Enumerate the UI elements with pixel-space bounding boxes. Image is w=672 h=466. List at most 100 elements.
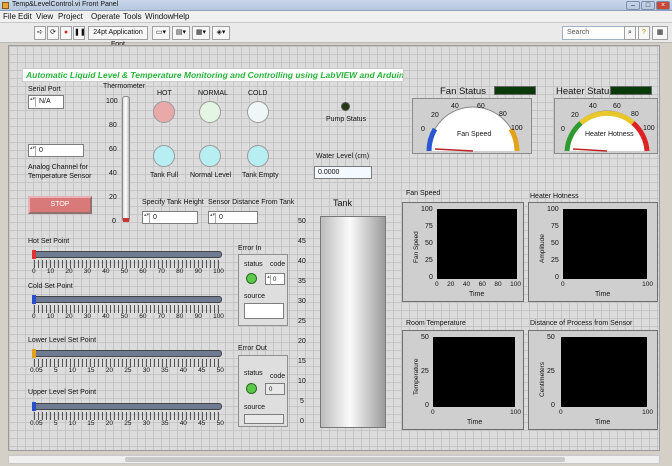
fan-gauge-tick: 80 <box>499 111 507 118</box>
x-tick: 60 <box>478 281 486 288</box>
tank-height-label: Specify Tank Height <box>142 199 204 206</box>
hot-slider-ticks <box>34 260 220 268</box>
y-tick: 25 <box>421 368 429 375</box>
tank-height-input[interactable]: ▴▾ 0 <box>142 211 198 224</box>
lower-slider-thumb[interactable] <box>32 349 36 358</box>
sensor-distance-spinner-icon: ▴▾ <box>210 213 216 223</box>
room-temperature-xlabel: Time <box>467 419 483 426</box>
fan-gauge-tick: 40 <box>451 103 459 110</box>
fan-speed-graph-title: Fan Speed <box>406 190 441 197</box>
minimize-button[interactable]: – <box>626 1 640 10</box>
y-tick: 25 <box>425 257 433 264</box>
hot-led <box>153 101 175 123</box>
cold-slider-thumb[interactable] <box>32 295 36 304</box>
error-out-label: Error Out <box>238 345 267 352</box>
lower-level-slider[interactable]: 0.05 5 10 15 20 25 30 35 40 45 50 <box>28 346 226 376</box>
distance-xticks: 0 100 <box>559 409 653 416</box>
heater-hotness-ylabel: Amplitude <box>539 234 546 263</box>
hot-slider-track <box>32 251 222 258</box>
menu-window[interactable]: Window <box>145 12 173 21</box>
align-icon[interactable]: ▭▾ <box>152 26 170 40</box>
normal-level-led <box>199 145 221 167</box>
y-tick: 25 <box>547 368 555 375</box>
scale-label: 90 <box>194 313 202 320</box>
water-level-indicator: 0.0000 <box>314 166 372 179</box>
menu-edit[interactable]: Edit <box>18 12 32 21</box>
scrollbar-thumb[interactable] <box>125 457 565 462</box>
heater-gauge-label: Heater Hotness <box>585 131 634 138</box>
help-icon[interactable]: ? <box>638 26 650 40</box>
thermo-tick: 100 <box>106 98 118 105</box>
title-banner: Automatic Liquid Level & Temperature Mon… <box>22 68 404 82</box>
menu-view[interactable]: View <box>36 12 53 21</box>
lower-level-label: Lower Level Set Point <box>28 337 97 344</box>
analog-channel-input[interactable]: ▴▾ 0 <box>28 144 84 157</box>
serial-port-label: Serial Port <box>28 86 61 93</box>
scale-label: 70 <box>157 268 165 275</box>
menu-file[interactable]: File <box>3 12 16 21</box>
upper-slider-ticks <box>34 412 220 420</box>
thermo-tick: 0 <box>112 218 116 225</box>
cold-set-point-slider[interactable]: 0 10 20 30 40 50 60 70 80 90 100 <box>28 292 226 322</box>
heater-hotness-graph: Amplitude 100 75 50 25 0 0 100 Time <box>528 202 658 302</box>
scale-label: 20 <box>105 420 113 427</box>
window-title: Temp&LevelControl.vi Front Panel <box>12 1 119 8</box>
error-in-source-input[interactable] <box>244 303 284 319</box>
font-dropdown[interactable]: 24pt Application Font <box>88 26 148 48</box>
cold-slider-track <box>32 296 222 303</box>
y-tick: 25 <box>551 257 559 264</box>
heater-hotness-gauge: 0 20 40 60 80 100 Heater Hotness <box>554 98 658 154</box>
menu-operate[interactable]: Operate <box>91 12 120 21</box>
scale-label: 0.05 <box>30 367 43 374</box>
tank-tick: 40 <box>298 258 306 265</box>
fan-speed-gauge: 0 20 40 60 80 100 Fan Speed <box>412 98 532 154</box>
error-in-code-value: 0 <box>273 277 277 283</box>
menu-tools[interactable]: Tools <box>123 12 142 21</box>
heater-status-led <box>610 86 652 95</box>
reorder-icon[interactable]: ◈▾ <box>212 26 230 40</box>
scale-label: 0 <box>32 268 36 275</box>
lower-slider-ticks <box>34 359 220 367</box>
heater-hotness-plot <box>563 209 647 279</box>
error-in-code-input[interactable]: ▴ 0 <box>265 273 285 285</box>
distribute-icon[interactable]: ▤▾ <box>172 26 190 40</box>
scale-label: 100 <box>213 313 224 320</box>
thermo-tick: 80 <box>109 122 117 129</box>
upper-level-slider[interactable]: 0.05 5 10 15 20 25 30 35 40 45 50 <box>28 399 226 429</box>
scale-label: 20 <box>65 268 73 275</box>
heater-hotness-xticks: 0 100 <box>561 281 653 288</box>
menu-help[interactable]: Help <box>173 12 189 21</box>
analog-channel-spinner-icon: ▴▾ <box>30 146 36 156</box>
heater-hotness-xlabel: Time <box>595 291 611 298</box>
scale-label: 20 <box>65 313 73 320</box>
title-bar: Temp&LevelControl.vi Front Panel – □ × <box>0 0 672 11</box>
horizontal-scrollbar[interactable] <box>8 455 660 464</box>
sensor-distance-input[interactable]: ▴▾ 0 <box>208 211 258 224</box>
serial-port-selector[interactable]: ▴▾ N/A <box>28 95 64 109</box>
stop-button[interactable]: STOP <box>28 196 92 214</box>
x-tick: 100 <box>642 409 653 416</box>
error-out-status-label: status <box>244 370 263 377</box>
resize-icon[interactable]: ▦▾ <box>192 26 210 40</box>
hot-slider-thumb[interactable] <box>32 250 36 259</box>
close-button[interactable]: × <box>656 1 670 10</box>
run-continuous-icon[interactable]: ⟳ <box>47 26 59 40</box>
pause-icon[interactable]: ❚❚ <box>73 26 86 40</box>
distance-ylabel: Centimeters <box>539 361 546 397</box>
error-in-status-led[interactable] <box>246 273 257 284</box>
abort-icon[interactable]: ● <box>60 26 72 40</box>
toolbar: ➪ ⟳ ● ❚❚ 24pt Application Font ▭▾ ▤▾ ▦▾ … <box>0 23 672 48</box>
tank-full-label: Tank Full <box>150 172 179 179</box>
error-in-code-label: code <box>270 261 286 268</box>
pump-status-label: Pump Status <box>326 116 367 123</box>
search-icon[interactable]: ⌕ <box>624 26 636 40</box>
x-tick: 0 <box>435 281 439 288</box>
x-tick: 40 <box>462 281 471 288</box>
fan-gauge-tick: 20 <box>431 112 439 119</box>
scale-label: 30 <box>83 313 92 320</box>
maximize-button[interactable]: □ <box>641 1 655 10</box>
menu-project[interactable]: Project <box>58 12 83 21</box>
hot-set-point-slider[interactable]: 0 10 20 30 40 50 60 70 80 90 100 <box>28 247 226 277</box>
upper-slider-thumb[interactable] <box>32 402 36 411</box>
run-arrow-icon[interactable]: ➪ <box>34 26 46 40</box>
